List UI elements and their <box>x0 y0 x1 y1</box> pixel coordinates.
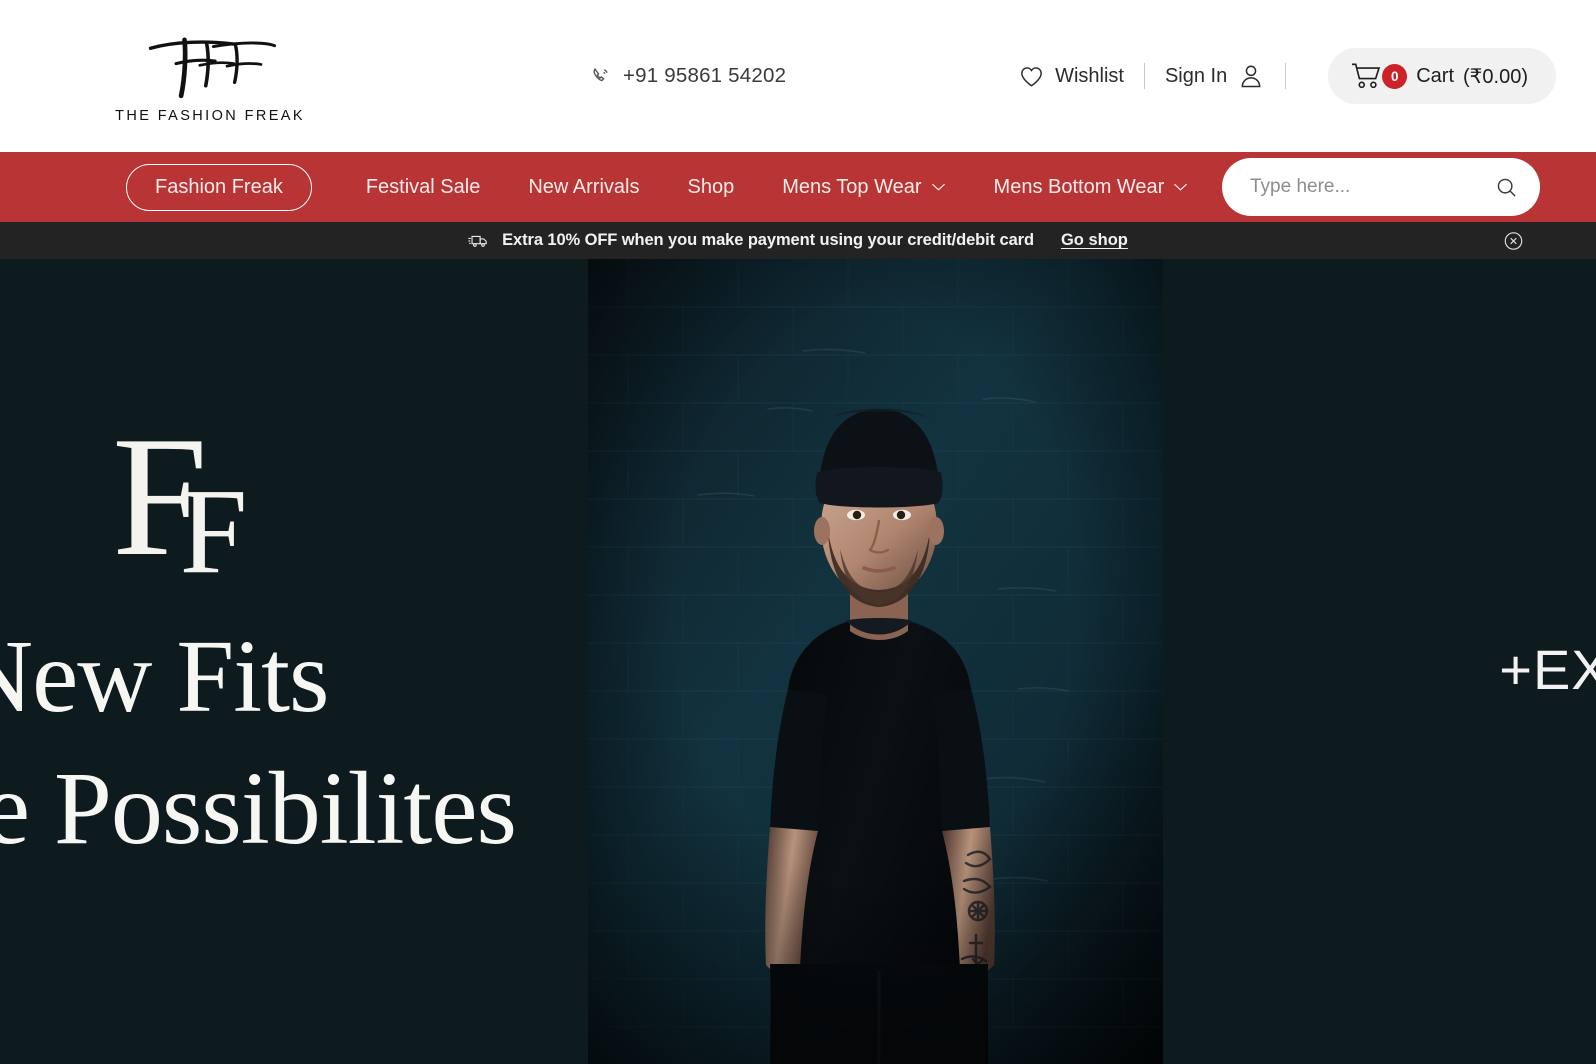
heart-icon <box>1021 66 1042 87</box>
promo-go-shop-link[interactable]: Go shop <box>1061 231 1128 250</box>
tff-logo-icon <box>148 36 277 98</box>
nav-item-list: Fashion Freak Festival Sale New Arrivals… <box>0 163 1213 211</box>
header-account-area: Wishlist Sign In 0 Cart (₹0.00) <box>1018 48 1556 104</box>
nav-item-mens-top-wear[interactable]: Mens Top Wear <box>758 176 969 199</box>
cart-total: (₹0.00) <box>1463 65 1528 88</box>
nav-item-new-arrivals[interactable]: New Arrivals <box>504 176 663 199</box>
promo-message: Extra 10% OFF when you make payment usin… <box>502 231 1034 249</box>
nav-item-fashion-freak[interactable]: Fashion Freak <box>126 163 312 211</box>
hero-monogram: FF <box>112 411 247 593</box>
chevron-down-icon <box>1174 183 1188 191</box>
wishlist-label: Wishlist <box>1055 64 1124 87</box>
wishlist-link[interactable]: Wishlist <box>1018 63 1124 90</box>
nav-label: Mens Top Wear <box>782 175 922 198</box>
phone-number: +91 95861 54202 <box>623 64 787 87</box>
search-icon[interactable] <box>1495 174 1518 201</box>
hero-section: FF New Fits te Possibilites +EXP <box>0 259 1596 1064</box>
search-bar[interactable] <box>1222 158 1540 216</box>
promo-banner: Extra 10% OFF when you make payment usin… <box>0 222 1596 259</box>
nav-label: Shop <box>687 175 735 198</box>
hero-monogram-f2: F <box>179 464 248 599</box>
delivery-truck-icon <box>468 235 487 247</box>
hero-headline-line2: te Possibilites <box>0 751 517 866</box>
search-input[interactable] <box>1250 176 1495 198</box>
cart-button[interactable]: 0 Cart (₹0.00) <box>1328 48 1556 104</box>
site-logo[interactable]: THE FASHION FREAK <box>0 29 420 124</box>
user-icon <box>1241 65 1261 88</box>
logo-subtitle: THE FASHION FREAK <box>115 107 305 124</box>
hero-explore-text: +EXP <box>1499 638 1596 701</box>
hero-monogram-f1: F <box>112 402 208 592</box>
hero-image <box>588 259 1163 1064</box>
signin-label: Sign In <box>1164 64 1228 87</box>
nav-label: New Arrivals <box>528 175 640 198</box>
promo-close-button[interactable] <box>1503 230 1524 251</box>
nav-item-festival-sale[interactable]: Festival Sale <box>342 176 505 199</box>
shopping-cart-icon <box>1352 63 1381 89</box>
nav-label: Mens Bottom Wear <box>993 175 1165 198</box>
signin-link[interactable]: Sign In <box>1165 62 1265 90</box>
nav-item-mens-bottom-wear[interactable]: Mens Bottom Wear <box>970 176 1213 199</box>
close-circle-icon[interactable] <box>1503 230 1524 251</box>
hero-photo-illustration <box>588 259 1163 1064</box>
phone-contact[interactable]: +91 95861 54202 <box>590 64 786 88</box>
nav-item-shop[interactable]: Shop <box>663 176 758 199</box>
cart-count-badge: 0 <box>1382 63 1408 89</box>
nav-label: Festival Sale <box>365 175 481 198</box>
nav-label: Fashion Freak <box>155 175 283 198</box>
chevron-down-icon <box>931 183 945 191</box>
phone-icon <box>593 68 608 82</box>
header-divider-2 <box>1285 63 1287 89</box>
header-divider-1 <box>1143 63 1145 89</box>
main-navigation: Fashion Freak Festival Sale New Arrivals… <box>0 152 1596 222</box>
top-header: THE FASHION FREAK +91 95861 54202 Wishli… <box>0 0 1596 152</box>
cart-label: Cart <box>1416 64 1455 87</box>
hero-headline-line1: New Fits <box>0 619 329 734</box>
